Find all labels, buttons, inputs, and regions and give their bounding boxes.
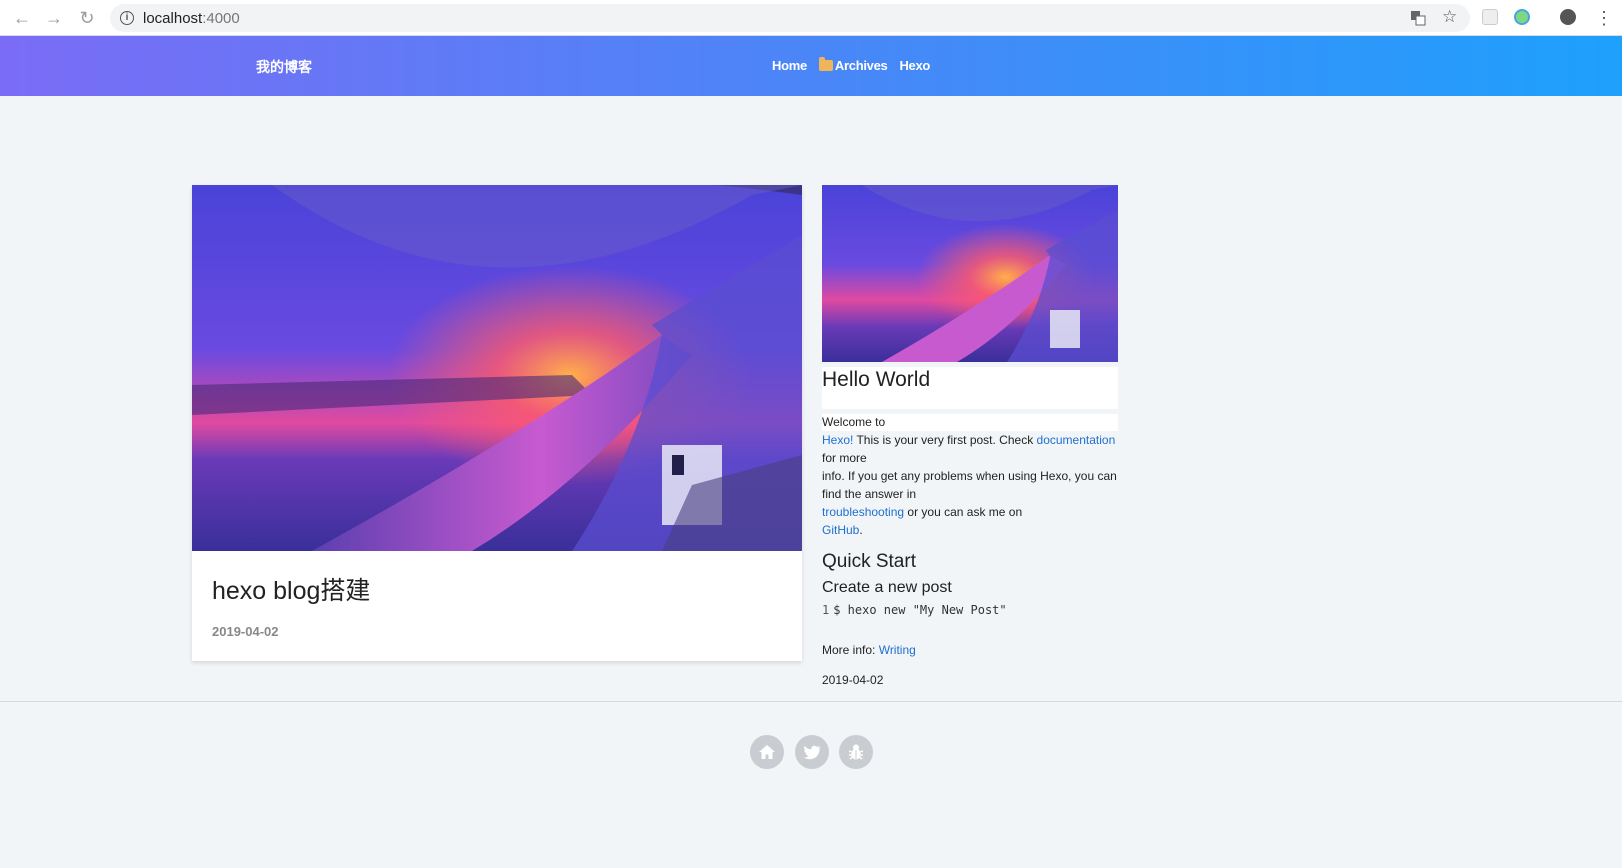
github-link[interactable]: GitHub bbox=[822, 523, 859, 537]
nav-hexo[interactable]: Hexo bbox=[899, 58, 930, 73]
bug-icon[interactable] bbox=[839, 735, 873, 769]
quick-start-heading: Quick Start bbox=[822, 551, 916, 572]
hexo-link[interactable]: Hexo! bbox=[822, 433, 853, 447]
github-line: GitHub. bbox=[822, 523, 863, 537]
code-block: 1 $ hexo new "My New Post" bbox=[822, 603, 1007, 617]
extension-icon[interactable] bbox=[1514, 9, 1530, 25]
profile-avatar-icon[interactable] bbox=[1560, 9, 1576, 25]
side-post-image[interactable] bbox=[822, 185, 1118, 362]
documentation-link[interactable]: documentation bbox=[1037, 433, 1116, 447]
translate-icon[interactable] bbox=[1410, 10, 1426, 30]
more-info-line: More info: Writing bbox=[822, 643, 916, 657]
folder-icon bbox=[818, 57, 833, 71]
featured-post-date: 2019-04-02 bbox=[212, 624, 279, 639]
info-text: info. If you get any problems when using… bbox=[822, 469, 1117, 501]
writing-link[interactable]: Writing bbox=[879, 643, 916, 657]
code-text: $ hexo new "My New Post" bbox=[833, 603, 1007, 617]
twitter-icon[interactable] bbox=[795, 735, 829, 769]
for-more-text: for more bbox=[822, 451, 867, 465]
browser-toolbar: ← → ↻ i localhost:4000 ☆ ⋮ bbox=[0, 0, 1622, 36]
back-icon[interactable]: ← bbox=[11, 7, 33, 29]
site-brand[interactable]: 我的博客 bbox=[256, 57, 312, 77]
nav-archives[interactable]: Archives bbox=[818, 57, 888, 73]
create-post-heading: Create a new post bbox=[822, 579, 952, 596]
main-nav: Home Archives Hexo bbox=[772, 57, 930, 73]
side-post-date: 2019-04-02 bbox=[822, 673, 884, 687]
menu-kebab-icon[interactable]: ⋮ bbox=[1593, 7, 1615, 29]
site-info-icon[interactable]: i bbox=[120, 11, 134, 25]
forward-icon[interactable]: → bbox=[43, 7, 65, 29]
side-post-title[interactable]: Hello World bbox=[822, 368, 930, 392]
welcome-text: Welcome to bbox=[822, 415, 886, 429]
home-icon[interactable] bbox=[750, 735, 784, 769]
footer-divider bbox=[0, 701, 1622, 702]
troubleshooting-line: troubleshooting or you can ask me on bbox=[822, 505, 1023, 519]
nav-home[interactable]: Home bbox=[772, 58, 807, 73]
featured-post-title[interactable]: hexo blog搭建 bbox=[212, 571, 370, 607]
site-header: 我的博客 Home Archives Hexo bbox=[0, 36, 1622, 96]
bookmark-star-icon[interactable]: ☆ bbox=[1442, 7, 1457, 27]
troubleshooting-link[interactable]: troubleshooting bbox=[822, 505, 904, 519]
intro-paragraph: Hexo! This is your very first post. Chec… bbox=[822, 433, 1116, 447]
url-text: localhost:4000 bbox=[143, 10, 240, 27]
featured-post-image[interactable] bbox=[192, 185, 802, 551]
reload-icon[interactable]: ↻ bbox=[76, 7, 98, 29]
code-line-number: 1 bbox=[822, 603, 830, 617]
featured-post-card[interactable]: hexo blog搭建 2019-04-02 bbox=[192, 185, 802, 661]
address-bar[interactable]: i localhost:4000 ☆ bbox=[110, 4, 1470, 32]
extension-icon[interactable] bbox=[1482, 9, 1498, 25]
